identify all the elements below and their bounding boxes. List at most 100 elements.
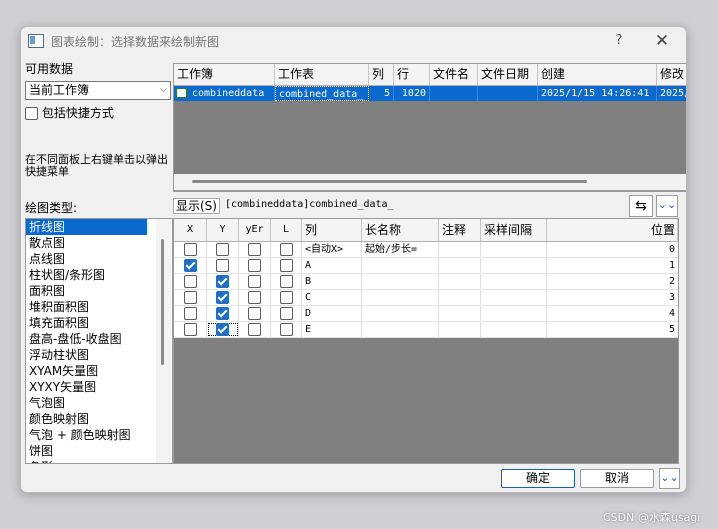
yerr-checkbox[interactable] (239, 274, 271, 289)
checkbox-box[interactable] (183, 323, 197, 336)
table-row[interactable]: D4 (174, 306, 678, 322)
y-checkbox[interactable] (207, 258, 239, 273)
checkbox-box[interactable] (279, 275, 293, 288)
list-item[interactable]: XYAM矢量图 (26, 363, 172, 379)
x-checkbox[interactable] (174, 274, 207, 289)
checkbox-box[interactable] (183, 307, 197, 320)
checkbox-box[interactable] (279, 307, 293, 320)
l-checkbox[interactable] (271, 274, 302, 289)
header-column[interactable]: 列 (302, 219, 362, 241)
checkbox-box[interactable] (216, 243, 229, 256)
plot-type-scrollbar[interactable] (156, 219, 171, 463)
list-item[interactable]: 条形 (26, 459, 172, 463)
x-checkbox[interactable] (174, 306, 207, 321)
x-checkbox[interactable] (174, 258, 207, 273)
checkbox-box[interactable] (216, 259, 229, 272)
checkbox-box[interactable] (25, 107, 38, 120)
header-l[interactable]: L (271, 219, 302, 241)
column-grid[interactable]: X Y yEr L 列 长名称 注释 采样间隔 位置 <自动X> 起始/步长= 0 A… (173, 218, 679, 464)
header-y[interactable]: Y (207, 219, 239, 241)
list-item[interactable]: 填充面积图 (26, 315, 172, 331)
include-shortcuts-checkbox[interactable]: 包括快捷方式 (25, 104, 114, 121)
header-modified[interactable]: 修改 (657, 64, 686, 85)
checkbox-box[interactable] (216, 307, 229, 320)
list-item[interactable]: 颜色映射图 (26, 411, 172, 427)
y-checkbox[interactable] (207, 306, 239, 321)
table-row[interactable]: <自动X> 起始/步长= 0 (174, 242, 678, 258)
list-item[interactable]: 散点图 (26, 235, 172, 251)
list-item[interactable]: 气泡 + 颜色映射图 (26, 427, 172, 443)
y-checkbox[interactable] (207, 322, 239, 337)
list-item[interactable]: 盘高-盘低-收盘图 (26, 331, 172, 347)
list-item[interactable]: 堆积面积图 (26, 299, 172, 315)
checkbox-box[interactable] (183, 243, 197, 256)
x-checkbox[interactable] (174, 322, 207, 337)
checkbox-box[interactable] (183, 259, 197, 272)
table-row[interactable]: B2 (174, 274, 678, 290)
show-toggle[interactable]: 显示(S) (173, 197, 220, 214)
header-yerr[interactable]: yEr (239, 219, 271, 241)
table-row[interactable]: E5 (174, 322, 678, 338)
header-columns[interactable]: 列 (369, 64, 394, 85)
help-button[interactable]: ? (609, 31, 629, 51)
checkbox-box[interactable] (248, 259, 261, 272)
expand-options-icon[interactable]: ⌄⌄ (659, 468, 680, 489)
checkbox-box[interactable] (248, 243, 261, 256)
expand-down-icon[interactable]: ⌄⌄ (656, 195, 678, 217)
cancel-button[interactable]: 取消 (580, 469, 654, 488)
scrollbar-thumb[interactable] (192, 180, 587, 183)
list-item[interactable]: 浮动柱状图 (26, 347, 172, 363)
scrollbar-thumb[interactable] (161, 239, 164, 365)
workbook-grid[interactable]: 工作簿 工作表 列 行 文件名 文件日期 创建 修改 combineddata … (173, 63, 686, 192)
y-checkbox[interactable] (207, 290, 239, 305)
swap-icon[interactable]: ⇆ (629, 195, 653, 217)
x-checkbox[interactable] (174, 290, 207, 305)
list-item[interactable]: XYXY矢量图 (26, 379, 172, 395)
yerr-checkbox[interactable] (239, 242, 271, 257)
data-source-combo[interactable]: 当前工作簿 ⌵ (25, 81, 171, 100)
header-x[interactable]: X (174, 219, 207, 241)
checkbox-box[interactable] (183, 275, 197, 288)
list-item[interactable]: 饼图 (26, 443, 172, 459)
yerr-checkbox[interactable] (239, 322, 271, 337)
plot-type-list[interactable]: 折线图 散点图 点线图 柱状图/条形图 面积图 堆积面积图 填充面积图 盘高-盘… (25, 218, 173, 464)
header-position[interactable]: 位置 (547, 219, 678, 241)
checkbox-box[interactable] (248, 323, 261, 336)
header-worksheet[interactable]: 工作表 (275, 64, 369, 85)
checkbox-box[interactable] (248, 307, 261, 320)
list-item[interactable]: 柱状图/条形图 (26, 267, 172, 283)
close-button[interactable]: ✕ (651, 30, 673, 52)
workbook-horizontal-scrollbar[interactable] (173, 174, 686, 191)
checkbox-box[interactable] (216, 291, 229, 304)
header-created[interactable]: 创建 (538, 64, 657, 85)
ok-button[interactable]: 确定 (501, 469, 575, 488)
checkbox-box[interactable] (279, 259, 293, 272)
l-checkbox[interactable] (271, 242, 302, 257)
header-workbook[interactable]: 工作簿 (174, 64, 275, 85)
header-long-name[interactable]: 长名称 (362, 219, 439, 241)
checkbox-box[interactable] (216, 323, 229, 336)
header-comments[interactable]: 注释 (439, 219, 481, 241)
checkbox-box[interactable] (248, 275, 261, 288)
checkbox-box[interactable] (248, 291, 261, 304)
checkbox-box[interactable] (279, 291, 293, 304)
checkbox-box[interactable] (183, 291, 197, 304)
list-item[interactable]: 点线图 (26, 251, 172, 267)
y-checkbox[interactable] (207, 242, 239, 257)
l-checkbox[interactable] (271, 322, 302, 337)
table-row[interactable]: A1 (174, 258, 678, 274)
list-item[interactable]: 面积图 (26, 283, 172, 299)
header-rows[interactable]: 行 (394, 64, 430, 85)
l-checkbox[interactable] (271, 306, 302, 321)
table-row[interactable]: C3 (174, 290, 678, 306)
table-row[interactable]: combineddata combined_data_ 5 1020 2025/… (174, 86, 686, 101)
header-file-date[interactable]: 文件日期 (478, 64, 538, 85)
yerr-checkbox[interactable] (239, 306, 271, 321)
header-sampling-interval[interactable]: 采样间隔 (481, 219, 547, 241)
yerr-checkbox[interactable] (239, 258, 271, 273)
yerr-checkbox[interactable] (239, 290, 271, 305)
header-filename[interactable]: 文件名 (430, 64, 478, 85)
checkbox-box[interactable] (216, 275, 229, 288)
y-checkbox[interactable] (207, 274, 239, 289)
checkbox-box[interactable] (279, 243, 293, 256)
